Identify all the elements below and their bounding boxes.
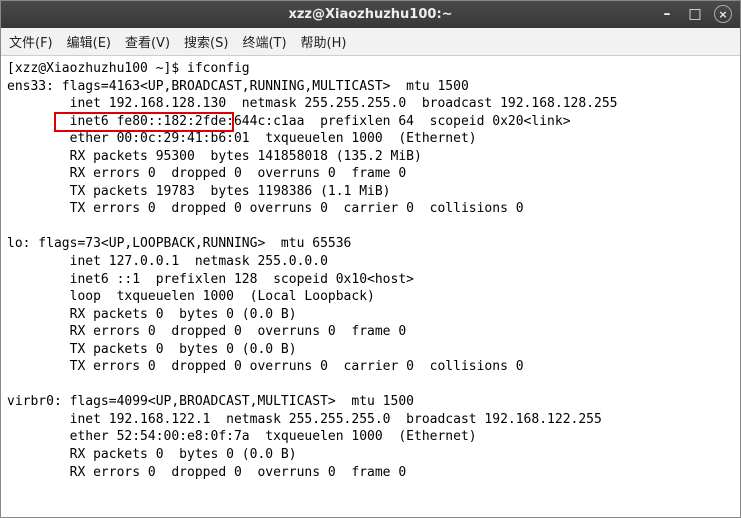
menu-edit[interactable]: 编辑(E) bbox=[67, 32, 111, 51]
terminal-line: RX errors 0 dropped 0 overruns 0 frame 0 bbox=[7, 165, 734, 183]
menubar: 文件(F) 编辑(E) 查看(V) 搜索(S) 终端(T) 帮助(H) bbox=[1, 28, 740, 56]
menu-terminal[interactable]: 终端(T) bbox=[242, 32, 286, 51]
terminal-line: RX packets 0 bytes 0 (0.0 B) bbox=[7, 446, 734, 464]
terminal-line: ether 52:54:00:e8:0f:7a txqueuelen 1000 … bbox=[7, 428, 734, 446]
terminal-window: xzz@Xiaozhuzhu100:~ – □ × 文件(F) 编辑(E) 查看… bbox=[0, 0, 741, 518]
terminal-line: inet6 ::1 prefixlen 128 scopeid 0x10<hos… bbox=[7, 271, 734, 289]
terminal-output[interactable]: [xzz@Xiaozhuzhu100 ~]$ ifconfigens33: fl… bbox=[1, 56, 740, 517]
window-title: xzz@Xiaozhuzhu100:~ bbox=[288, 7, 452, 22]
terminal-line: TX packets 0 bytes 0 (0.0 B) bbox=[7, 341, 734, 359]
terminal-line: RX packets 95300 bytes 141858018 (135.2 … bbox=[7, 148, 734, 166]
terminal-line: TX errors 0 dropped 0 overruns 0 carrier… bbox=[7, 200, 734, 218]
terminal-line: RX errors 0 dropped 0 overruns 0 frame 0 bbox=[7, 464, 734, 482]
terminal-line bbox=[7, 218, 734, 236]
terminal-line: RX errors 0 dropped 0 overruns 0 frame 0 bbox=[7, 323, 734, 341]
titlebar[interactable]: xzz@Xiaozhuzhu100:~ – □ × bbox=[1, 1, 740, 28]
terminal-line: inet6 fe80::182:2fde:644c:c1aa prefixlen… bbox=[7, 113, 734, 131]
terminal-line: loop txqueuelen 1000 (Local Loopback) bbox=[7, 288, 734, 306]
terminal-line: inet 192.168.122.1 netmask 255.255.255.0… bbox=[7, 411, 734, 429]
terminal-line: inet 192.168.128.130 netmask 255.255.255… bbox=[7, 95, 734, 113]
menu-file[interactable]: 文件(F) bbox=[9, 32, 53, 51]
menu-help[interactable]: 帮助(H) bbox=[301, 32, 347, 51]
terminal-line: inet 127.0.0.1 netmask 255.0.0.0 bbox=[7, 253, 734, 271]
terminal-line: virbr0: flags=4099<UP,BROADCAST,MULTICAS… bbox=[7, 393, 734, 411]
window-controls: – □ × bbox=[658, 5, 732, 23]
minimize-button[interactable]: – bbox=[658, 5, 676, 23]
close-button[interactable]: × bbox=[714, 5, 732, 23]
terminal-line: TX errors 0 dropped 0 overruns 0 carrier… bbox=[7, 358, 734, 376]
menu-search[interactable]: 搜索(S) bbox=[184, 32, 228, 51]
terminal-line bbox=[7, 376, 734, 394]
terminal-line: lo: flags=73<UP,LOOPBACK,RUNNING> mtu 65… bbox=[7, 235, 734, 253]
terminal-line: ether 00:0c:29:41:b6:01 txqueuelen 1000 … bbox=[7, 130, 734, 148]
menu-view[interactable]: 查看(V) bbox=[125, 32, 170, 51]
maximize-button[interactable]: □ bbox=[686, 5, 704, 23]
terminal-line: TX packets 19783 bytes 1198386 (1.1 MiB) bbox=[7, 183, 734, 201]
terminal-line: [xzz@Xiaozhuzhu100 ~]$ ifconfig bbox=[7, 60, 734, 78]
terminal-line: RX packets 0 bytes 0 (0.0 B) bbox=[7, 306, 734, 324]
terminal-line: ens33: flags=4163<UP,BROADCAST,RUNNING,M… bbox=[7, 78, 734, 96]
